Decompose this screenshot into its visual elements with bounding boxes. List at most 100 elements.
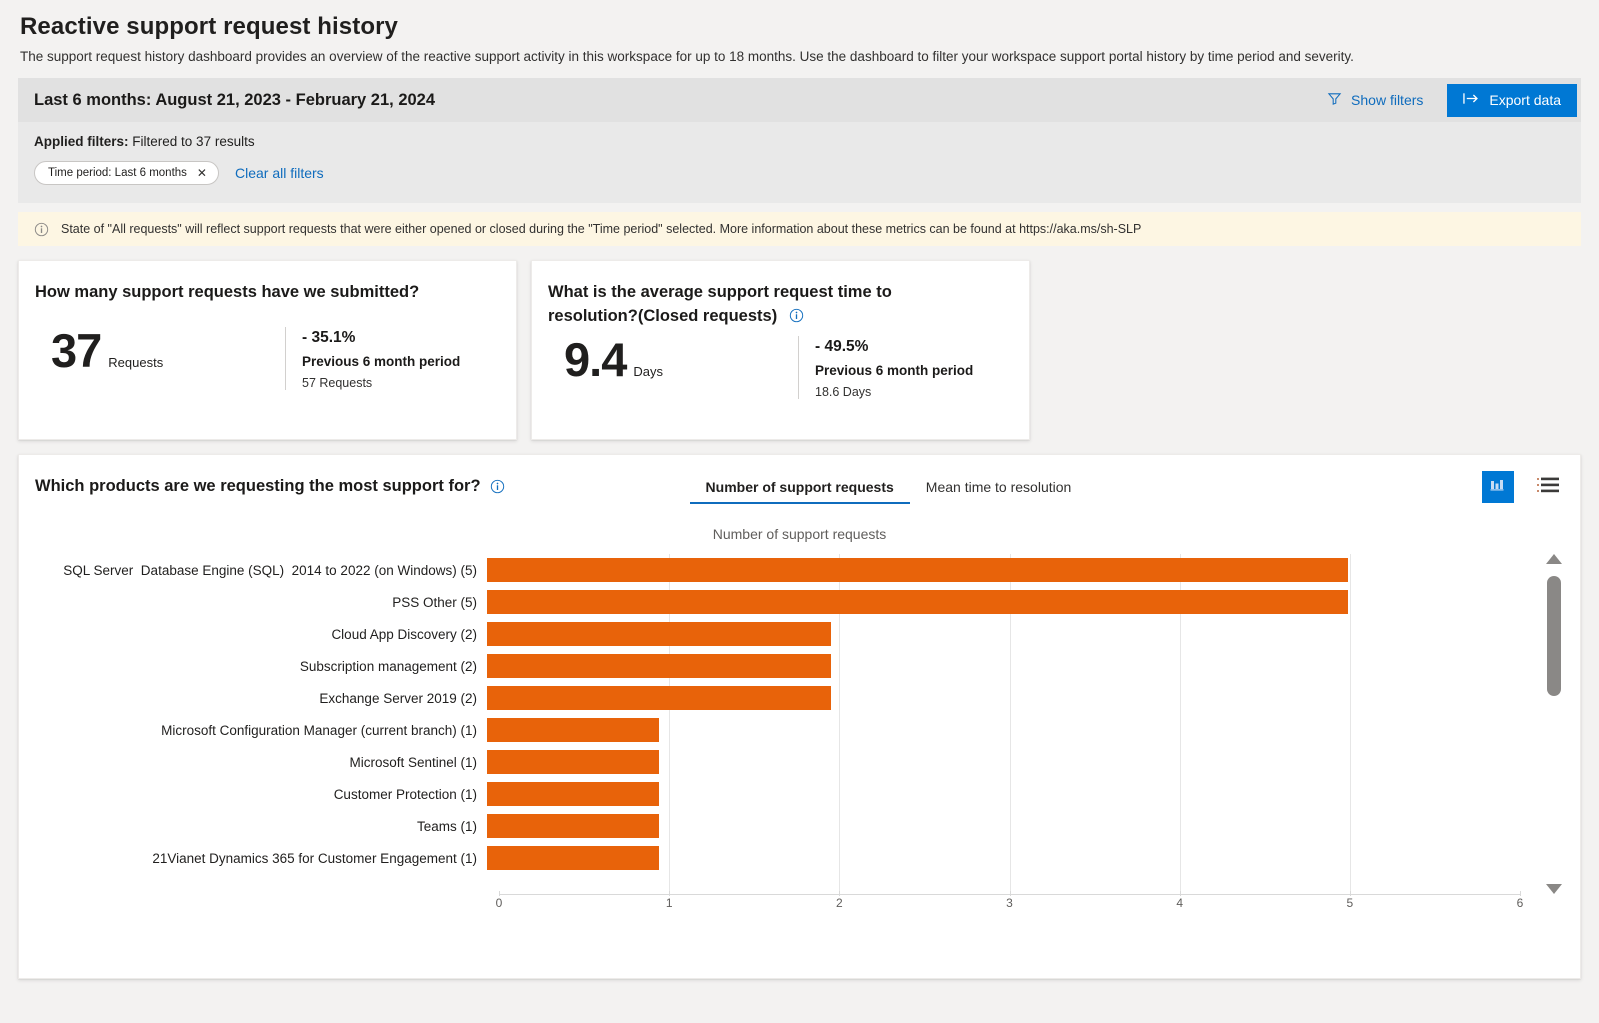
date-range-title: Last 6 months: August 21, 2023 - Februar… <box>34 90 436 109</box>
scroll-down-arrow-icon[interactable] <box>1546 884 1562 895</box>
tab-mean-time-to-resolution[interactable]: Mean time to resolution <box>910 475 1088 504</box>
kpi-body: 37 Requests - 35.1% Previous 6 month per… <box>35 327 496 391</box>
applied-filters-label: Applied filters: <box>34 134 129 150</box>
chart-category-label: Exchange Server 2019 (2) <box>319 690 477 706</box>
chart-bar-track <box>487 810 1520 842</box>
page-title: Reactive support request history <box>20 13 398 40</box>
chart-bar-row[interactable]: Cloud App Discovery (2) <box>19 618 1520 650</box>
kpi-title-line2: resolution?(Closed requests) <box>548 307 778 326</box>
filter-chips-row: Time period: Last 6 months ✕ Clear all f… <box>34 161 1565 186</box>
table-view-button[interactable] <box>1532 471 1564 503</box>
kpi-comparison: - 49.5% Previous 6 month period 18.6 Day… <box>798 336 974 400</box>
funnel-icon <box>1327 91 1342 109</box>
chart-bar-row[interactable]: Subscription management (2) <box>19 650 1520 682</box>
filter-panel-header: Last 6 months: August 21, 2023 - Februar… <box>18 78 1581 123</box>
kpi-previous-label: Previous 6 month period <box>815 363 974 379</box>
chart-category-label: 21Vianet Dynamics 365 for Customer Engag… <box>152 850 477 866</box>
chart-bar-track <box>487 586 1520 618</box>
chart-bar[interactable] <box>487 590 1348 615</box>
chart-x-tick-label: 2 <box>835 896 843 911</box>
kpi-previous-value: 57 Requests <box>302 376 373 391</box>
chart-question-label: Which products are we requesting the mos… <box>35 477 481 496</box>
chart-bar-row[interactable]: Exchange Server 2019 (2) <box>19 682 1520 714</box>
applied-filters-count: Filtered to 37 results <box>132 134 255 150</box>
chart-bar[interactable] <box>487 814 660 839</box>
kpi-value: 37 <box>51 324 102 378</box>
kpi-title-line1: What is the average support request time… <box>548 283 892 302</box>
kpi-unit: Days <box>633 364 663 380</box>
chart-bar-row[interactable]: PSS Other (5) <box>19 586 1520 618</box>
export-data-button[interactable]: Export data <box>1447 83 1577 117</box>
info-icon[interactable] <box>789 308 804 323</box>
kpi-unit: Requests <box>108 355 164 371</box>
chart-bar[interactable] <box>487 782 660 807</box>
filter-chip-time-period[interactable]: Time period: Last 6 months ✕ <box>34 161 219 186</box>
chart-plot-title: Number of support requests <box>712 526 887 543</box>
kpi-card-resolution-time: What is the average support request time… <box>531 260 1030 441</box>
chart-x-tick-label: 4 <box>1176 896 1183 911</box>
tab-number-of-support-requests[interactable]: Number of support requests <box>689 475 911 505</box>
chart-bar-track <box>487 746 1520 778</box>
kpi-main-value-group: 37 Requests <box>35 327 285 374</box>
close-icon[interactable]: ✕ <box>197 167 207 179</box>
chart-bar[interactable] <box>487 686 832 711</box>
scrollbar-thumb[interactable] <box>1547 576 1561 697</box>
chart-bar-track <box>487 714 1520 746</box>
chart-x-tick-label: 5 <box>1346 896 1354 911</box>
chart-bar-track <box>487 618 1520 650</box>
chart-bar[interactable] <box>487 718 660 743</box>
chart-bar-row[interactable]: SQL Server Database Engine (SQL) 2014 to… <box>19 554 1520 586</box>
chart-bar-track <box>487 682 1520 714</box>
export-icon <box>1463 92 1480 108</box>
chart-category-label: Cloud App Discovery (2) <box>331 626 477 642</box>
chart-x-tick-label: 0 <box>495 896 503 911</box>
chart-x-tick-label: 3 <box>1006 896 1013 911</box>
chart-category-label: Subscription management (2) <box>299 658 477 674</box>
chart-bar-row[interactable]: Customer Protection (1) <box>19 778 1520 810</box>
chart-bar[interactable] <box>487 654 832 679</box>
kpi-card-requests: How many support requests have we submit… <box>18 260 517 441</box>
chart-bar[interactable] <box>487 622 832 647</box>
info-icon[interactable] <box>490 479 505 494</box>
chart-bar-track <box>487 842 1520 874</box>
filter-actions: Show filters Export data <box>1313 83 1579 117</box>
chart-tabs: Number of support requests Mean time to … <box>689 475 1088 505</box>
chart-x-tick-label: 1 <box>665 896 673 911</box>
chart-category-label: Customer Protection (1) <box>333 786 477 802</box>
chart-bar[interactable] <box>487 750 660 775</box>
page-description: The support request history dashboard pr… <box>20 49 1354 64</box>
applied-filters-section: Applied filters: Filtered to 37 results … <box>18 122 1581 204</box>
show-filters-button[interactable]: Show filters <box>1313 85 1437 115</box>
chart-bar[interactable] <box>487 558 1348 583</box>
chart-plot-area: SQL Server Database Engine (SQL) 2014 to… <box>19 554 1580 910</box>
chart-bar-row[interactable]: 21Vianet Dynamics 365 for Customer Engag… <box>19 842 1520 874</box>
scroll-up-arrow-icon[interactable] <box>1546 554 1562 565</box>
chart-category-label: SQL Server Database Engine (SQL) 2014 to… <box>63 562 477 578</box>
export-data-label: Export data <box>1489 92 1561 109</box>
kpi-title: What is the average support request time… <box>548 281 1009 329</box>
applied-filters-line: Applied filters: Filtered to 37 results <box>34 134 1565 149</box>
info-message-text: State of "All requests" will reflect sup… <box>61 222 1142 237</box>
chart-bar-row[interactable]: Teams (1) <box>19 810 1520 842</box>
filter-panel: Last 6 months: August 21, 2023 - Februar… <box>18 78 1581 204</box>
chart-bar-row[interactable]: Microsoft Sentinel (1) <box>19 746 1520 778</box>
kpi-body: 9.4 Days - 49.5% Previous 6 month period… <box>548 336 1009 400</box>
kpi-previous-value: 18.6 Days <box>815 385 872 400</box>
chart-vertical-scrollbar[interactable] <box>1546 554 1562 895</box>
bar-chart-icon <box>1489 476 1507 499</box>
info-icon <box>34 222 49 237</box>
kpi-comparison: - 35.1% Previous 6 month period 57 Reque… <box>285 327 460 391</box>
kpi-title: How many support requests have we submit… <box>35 283 420 302</box>
chart-bar-row[interactable]: Microsoft Configuration Manager (current… <box>19 714 1520 746</box>
list-icon <box>1537 476 1559 499</box>
chart-bar-track <box>487 778 1520 810</box>
dashboard-page: Reactive support request history The sup… <box>0 0 1599 1023</box>
clear-all-filters-link[interactable]: Clear all filters <box>235 165 324 181</box>
chart-view-button[interactable] <box>1482 471 1514 504</box>
chart-bar-track <box>487 650 1520 682</box>
show-filters-label: Show filters <box>1351 92 1424 109</box>
kpi-delta: - 35.1% <box>302 329 356 347</box>
chart-bar[interactable] <box>487 846 660 871</box>
chart-bar-rows: SQL Server Database Engine (SQL) 2014 to… <box>19 554 1520 874</box>
chart-card-header: Which products are we requesting the mos… <box>19 455 1580 505</box>
